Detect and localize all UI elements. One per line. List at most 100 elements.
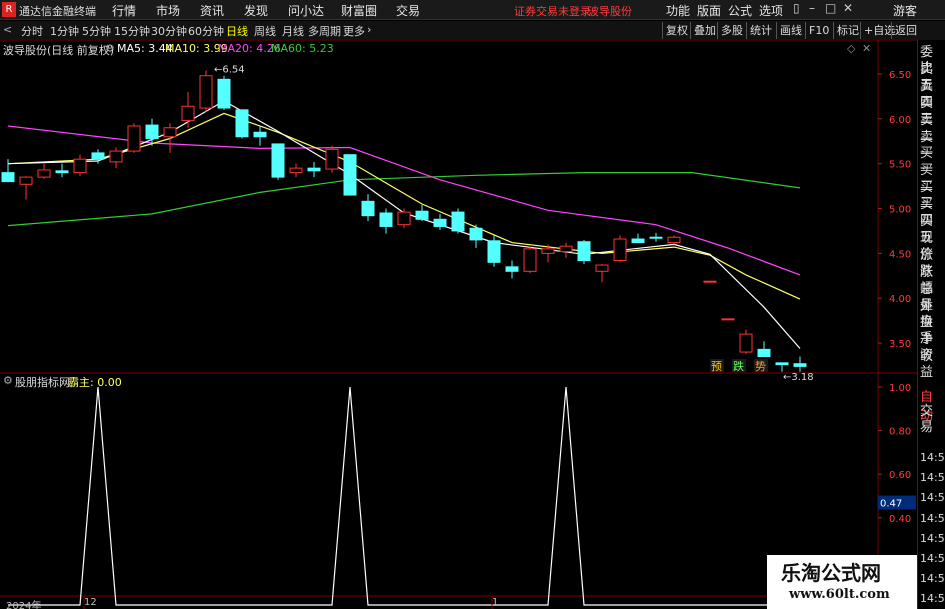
candle-body xyxy=(361,200,375,217)
app-logo-icon: R xyxy=(2,2,16,17)
candle-body xyxy=(739,333,753,353)
menu-discover[interactable]: 发现 xyxy=(244,2,268,19)
watermark-url: www.60lt.com xyxy=(789,587,890,602)
candle-body xyxy=(271,143,285,178)
trade-login-status[interactable]: 证券交易未登录 xyxy=(514,3,591,19)
candle-body xyxy=(145,124,159,140)
tool-multi-stock[interactable]: 多股 xyxy=(717,22,746,39)
tool-adjust-rights[interactable]: 复权 xyxy=(662,22,691,39)
close-pane-icon[interactable]: ✕ xyxy=(862,42,871,55)
help-icon[interactable]: ▯ xyxy=(793,1,800,15)
candle-body xyxy=(19,176,33,185)
menu-functions[interactable]: 功能 xyxy=(666,2,690,19)
tab-15min[interactable]: 15分钟 xyxy=(114,23,150,39)
tab-60min[interactable]: 60分钟 xyxy=(188,23,224,39)
watermark: 乐淘公式网 www.60lt.com xyxy=(767,555,917,609)
tool-mark[interactable]: 标记 xyxy=(833,22,862,39)
indicator-line-value: 霸主: 0.00 xyxy=(68,376,122,389)
tool-statistics[interactable]: 统计 xyxy=(746,22,775,39)
stock-name-header: 波导股份 xyxy=(588,5,632,18)
user-guest[interactable]: 游客 xyxy=(893,2,917,19)
candle-body xyxy=(541,248,555,254)
minimize-icon[interactable]: – xyxy=(809,1,815,15)
tab-weekly[interactable]: 周线 xyxy=(254,23,276,39)
menu-options[interactable]: 选项 xyxy=(759,2,783,19)
date-label-month-1: 1 xyxy=(492,597,499,608)
candle-body xyxy=(91,152,105,160)
candle-body xyxy=(1,172,15,183)
tab-multi-period[interactable]: 多周期 xyxy=(308,23,341,39)
tab-5min[interactable]: 5分钟 xyxy=(82,23,111,39)
current-value-label: 0.47 xyxy=(880,499,902,510)
chart-info-line: 波导股份(日线 前复权) ⚙ MA5: 3.44 MA10: 3.99 MA20… xyxy=(0,41,878,57)
tab-intraday[interactable]: 分时 xyxy=(21,23,43,39)
candle-body xyxy=(613,238,627,262)
indicator-tick-label: 0.40 xyxy=(889,514,911,525)
trade-time: 14:56 xyxy=(920,552,945,565)
high-price-label: ←6.54 xyxy=(214,64,245,75)
trade-time: 14:56 xyxy=(920,491,945,505)
menu-market-quotes[interactable]: 行情 xyxy=(112,2,136,19)
tab-daily[interactable]: 日线 xyxy=(226,23,248,39)
candle-body xyxy=(721,318,735,321)
candle-body xyxy=(577,241,591,262)
period-toolbar: < 分时 1分钟 5分钟 15分钟 30分钟 60分钟 日线 周线 月线 多周期… xyxy=(0,21,945,40)
trade-label[interactable]: 交易 xyxy=(920,404,945,436)
candle-body xyxy=(559,245,573,253)
candle-body xyxy=(793,363,807,367)
tab-more[interactable]: 更多 xyxy=(343,23,365,39)
candle-body xyxy=(73,158,87,174)
menu-formula[interactable]: 公式 xyxy=(728,2,752,19)
trade-time: 14:56 xyxy=(920,511,945,525)
candle-body xyxy=(217,78,231,109)
trade-time: 14:56 xyxy=(920,451,945,464)
menu-fortune-circle[interactable]: 财富圈 xyxy=(341,2,377,19)
kline-chart[interactable]: 6.506.005.505.004.504.003.50←6.54←3.18预跌… xyxy=(0,40,917,609)
maximize-icon[interactable]: □ xyxy=(825,1,836,15)
menu-trade[interactable]: 交易 xyxy=(396,2,420,19)
tab-monthly[interactable]: 月线 xyxy=(282,23,304,39)
candle-body xyxy=(199,75,213,109)
candle-body xyxy=(379,212,393,227)
tool-back[interactable]: 返回 xyxy=(891,22,920,39)
menu-wenxiaoda[interactable]: 问小达 xyxy=(288,2,324,19)
gear-icon[interactable]: ⚙ xyxy=(105,42,115,55)
candle-body xyxy=(649,236,663,239)
candle-body xyxy=(181,105,195,122)
candle-body xyxy=(523,248,537,272)
candle-body xyxy=(127,125,141,152)
candle-body xyxy=(325,148,339,170)
more-chevron-icon[interactable]: › xyxy=(367,23,371,36)
indicator-line-bazhu xyxy=(8,386,800,606)
tool-overlay[interactable]: 叠加 xyxy=(690,22,719,39)
trade-time: 14:56 xyxy=(920,572,945,586)
candle-body xyxy=(343,154,357,196)
indicator-tick-label: 0.60 xyxy=(889,470,911,481)
nav-back-icon[interactable]: < xyxy=(3,23,12,36)
menu-market[interactable]: 市场 xyxy=(156,2,180,19)
tab-30min[interactable]: 30分钟 xyxy=(151,23,187,39)
indicator-name: 股朋指标网 xyxy=(15,376,70,389)
tab-1min[interactable]: 1分钟 xyxy=(50,23,79,39)
candle-body xyxy=(55,170,69,174)
candle-body xyxy=(451,211,465,232)
menu-layout[interactable]: 版面 xyxy=(697,2,721,19)
menu-news[interactable]: 资讯 xyxy=(200,2,224,19)
date-label-month-12: 12 xyxy=(84,597,97,608)
candle-body xyxy=(469,227,483,241)
indicator-info-line: ⚙ 股朋指标网 霸主: 0.00 xyxy=(0,373,878,389)
watermark-title: 乐淘公式网 xyxy=(781,561,881,585)
gear-icon[interactable]: ⚙ xyxy=(3,374,13,387)
candle-body xyxy=(487,240,501,263)
candle-body xyxy=(397,211,411,226)
candle-body xyxy=(253,131,267,138)
price-tick-label: 4.00 xyxy=(889,294,911,305)
close-icon[interactable]: ✕ xyxy=(843,1,853,15)
menu-bar: R 通达信金融终端 行情 市场 资讯 发现 问小达 财富圈 交易 证券交易未登录… xyxy=(0,0,945,20)
tool-f10[interactable]: F10 xyxy=(805,22,832,39)
tool-draw-line[interactable]: 画线 xyxy=(776,22,805,39)
chart-title: 波导股份(日线 前复权) xyxy=(3,44,115,57)
candle-body xyxy=(289,167,303,174)
collapse-icon[interactable]: ◇ xyxy=(847,42,855,55)
signal-badge: 预 xyxy=(711,360,722,373)
